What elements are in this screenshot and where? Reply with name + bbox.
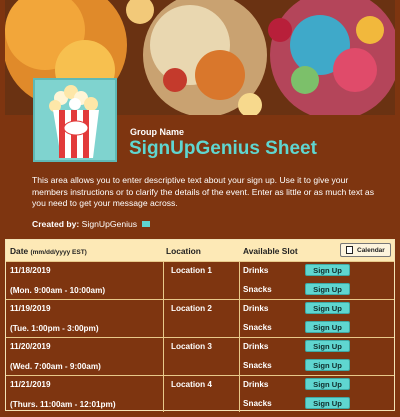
row-location: Location 3 bbox=[171, 342, 212, 351]
table-row: 11/19/2019 (Tue. 1:00pm - 3:00pm) Locati… bbox=[6, 299, 394, 337]
column-header-slot: Available Slot bbox=[243, 246, 298, 256]
created-by-value: SignUpGenius bbox=[81, 219, 138, 229]
page: Group Name SignUpGenius Sheet This area … bbox=[0, 0, 400, 417]
signup-button[interactable]: Sign Up bbox=[305, 359, 350, 371]
slot-snacks: Snacks bbox=[243, 361, 272, 370]
page-title: SignUpGenius Sheet bbox=[129, 138, 317, 159]
signup-button[interactable]: Sign Up bbox=[305, 397, 350, 409]
row-location: Location 1 bbox=[171, 266, 212, 275]
slot-snacks: Snacks bbox=[243, 323, 272, 332]
table-header: Date (mm/dd/yyyy EST) Location Available… bbox=[6, 240, 394, 261]
column-header-date-format: (mm/dd/yyyy EST) bbox=[30, 249, 87, 256]
signup-table: Date (mm/dd/yyyy EST) Location Available… bbox=[5, 239, 395, 412]
row-location: Location 4 bbox=[171, 380, 212, 389]
table-row: 11/18/2019 (Mon. 9:00am - 10:00am) Locat… bbox=[6, 261, 394, 299]
row-date: 11/21/2019 bbox=[10, 380, 51, 389]
calendar-button[interactable]: Calendar bbox=[340, 243, 391, 257]
slot-snacks: Snacks bbox=[243, 285, 272, 294]
row-time: (Thurs. 11:00am - 12:01pm) bbox=[10, 400, 116, 409]
popcorn-box-icon bbox=[35, 80, 115, 160]
signup-button[interactable]: Sign Up bbox=[305, 302, 350, 314]
signup-button[interactable]: Sign Up bbox=[305, 340, 350, 352]
created-by-label: Created by: bbox=[32, 219, 80, 229]
row-location: Location 2 bbox=[171, 304, 212, 313]
popcorn-thumbnail bbox=[33, 78, 117, 162]
slot-drinks: Drinks bbox=[243, 304, 269, 313]
calendar-icon bbox=[346, 246, 353, 254]
row-date: 11/19/2019 bbox=[10, 304, 51, 313]
mail-icon[interactable] bbox=[142, 221, 151, 227]
table-row: 11/20/2019 (Wed. 7:00am - 9:00am) Locati… bbox=[6, 337, 394, 375]
slot-drinks: Drinks bbox=[243, 342, 269, 351]
slot-drinks: Drinks bbox=[243, 266, 269, 275]
column-header-date: Date (mm/dd/yyyy EST) bbox=[10, 246, 87, 256]
calendar-button-label: Calendar bbox=[357, 247, 385, 254]
signup-button[interactable]: Sign Up bbox=[305, 283, 350, 295]
signup-button[interactable]: Sign Up bbox=[305, 264, 350, 276]
description-text: This area allows you to enter descriptiv… bbox=[32, 175, 374, 209]
column-header-date-label: Date bbox=[10, 246, 29, 256]
row-date: 11/18/2019 bbox=[10, 266, 51, 275]
row-time: (Wed. 7:00am - 9:00am) bbox=[10, 362, 101, 371]
signup-button[interactable]: Sign Up bbox=[305, 321, 350, 333]
signup-button[interactable]: Sign Up bbox=[305, 378, 350, 390]
table-row: 11/21/2019 (Thurs. 11:00am - 12:01pm) Lo… bbox=[6, 375, 394, 411]
row-date: 11/20/2019 bbox=[10, 342, 51, 351]
group-name: Group Name bbox=[130, 127, 185, 137]
slot-snacks: Snacks bbox=[243, 399, 272, 408]
column-header-location: Location bbox=[166, 246, 201, 256]
created-by: Created by: SignUpGenius bbox=[32, 219, 151, 229]
slot-drinks: Drinks bbox=[243, 380, 269, 389]
row-time: (Mon. 9:00am - 10:00am) bbox=[10, 286, 106, 295]
row-time: (Tue. 1:00pm - 3:00pm) bbox=[10, 324, 99, 333]
